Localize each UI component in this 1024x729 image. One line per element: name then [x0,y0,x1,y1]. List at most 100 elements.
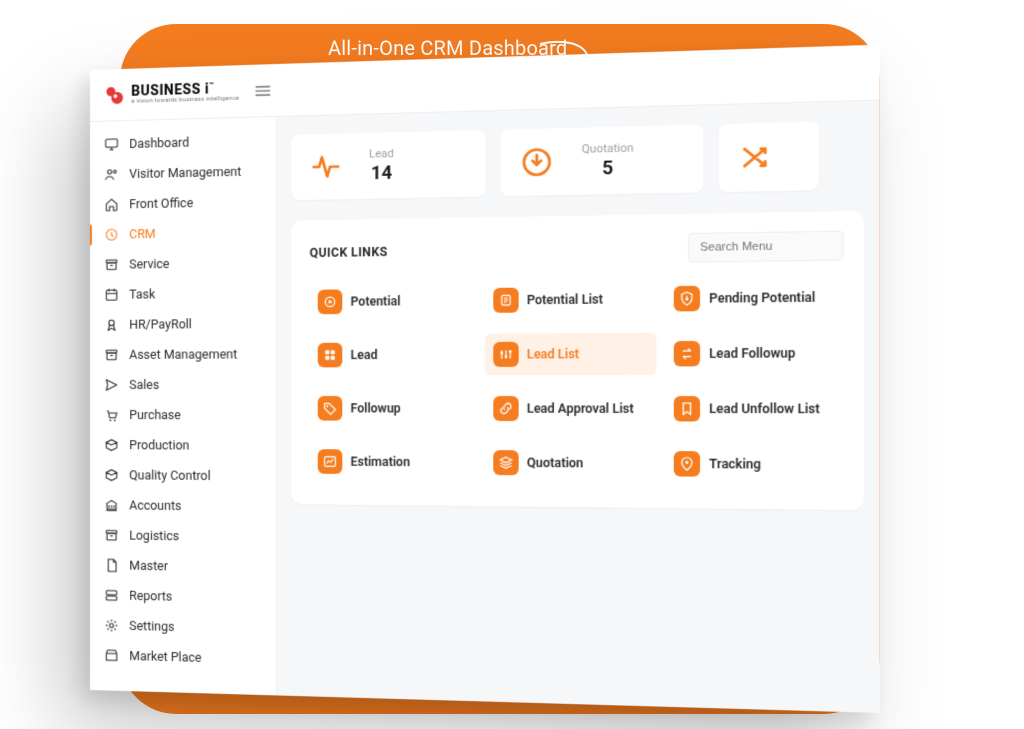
quick-link-label: Pending Potential [709,290,815,306]
tag-icon [318,396,343,421]
quick-link-lead[interactable]: Lead [310,334,476,376]
sidebar-item-label: Settings [129,618,174,634]
sidebar-item-crm[interactable]: CRM [90,217,276,250]
storefront-icon [104,647,120,663]
stat-value: 5 [582,157,634,180]
layers-icon [493,450,518,475]
stat-card-shuffle[interactable] [719,122,819,192]
file-icon [104,557,120,573]
sidebar-item-label: Quality Control [129,468,210,484]
archive-icon [104,527,120,543]
bookmark-icon [674,396,700,421]
sidebar-item-logistics[interactable]: Logistics [90,520,276,553]
quick-link-label: Lead Followup [709,346,795,361]
quick-link-label: Lead Approval List [527,401,634,416]
quick-link-pending-potential[interactable]: Pending Potential [665,276,843,320]
award-icon [104,317,120,333]
quick-link-estimation[interactable]: Estimation [310,441,476,483]
send-icon [104,377,120,393]
quick-link-potential-list[interactable]: Potential List [484,278,656,321]
sidebar-item-service[interactable]: Service [90,247,276,280]
box-icon [104,437,120,453]
play-icon [318,289,343,314]
sidebar: Dashboard Visitor Management Front OfficeC… [90,117,277,695]
sidebar-item-task[interactable]: Task [90,278,276,310]
quick-links-grid: Potential Potential List Pending Potential… [310,276,844,487]
sidebar-item-market-place[interactable]: Market Place [90,640,276,675]
list-icon [493,288,518,313]
brand-mark-icon [104,83,126,106]
swap-icon [674,341,700,367]
gear-icon [104,617,120,633]
home-icon [104,196,120,212]
quick-link-label: Quotation [527,456,584,471]
sidebar-item-dashboard[interactable]: Dashboard [90,125,276,160]
quick-link-tracking[interactable]: Tracking [665,443,843,487]
sidebar-item-sales[interactable]: Sales [90,370,276,401]
quick-link-label: Followup [351,401,401,415]
bank-icon [104,497,120,513]
quick-links-panel: QUICK LINKS Potential Potential List Pendi… [291,211,864,510]
sidebar-item-purchase[interactable]: Purchase [90,400,276,431]
brand-logo[interactable]: BUSINESS i™ a vision towards business in… [104,80,239,106]
monitor-icon [104,136,120,152]
sidebar-item-front-office[interactable]: Front Office [90,186,276,220]
sidebar-item-reports[interactable]: Reports [90,580,276,614]
quick-link-label: Potential List [527,292,603,307]
sidebar-item-accounts[interactable]: Accounts [90,490,276,522]
sidebar-item-hr-payroll[interactable]: HR/PayRoll [90,308,276,340]
main: Lead 14 Quotation 5 [277,101,880,713]
stat-cards: Lead 14 Quotation 5 [291,121,864,201]
sidebar-item-visitor-management[interactable]: Visitor Management [90,156,276,190]
quick-link-lead-list[interactable]: Lead List [484,333,656,376]
server-icon [104,587,120,603]
stat-card-lead[interactable]: Lead 14 [291,130,486,200]
sliders-icon [493,342,518,367]
search-input[interactable] [688,231,844,263]
stat-label: Lead [369,147,394,161]
stat-label: Quotation [582,141,634,156]
sidebar-item-label: Purchase [129,408,181,423]
sidebar-item-label: Visitor Management [129,164,241,182]
sidebar-item-production[interactable]: Production [90,430,276,461]
users-icon [104,166,120,182]
pin-icon [674,451,700,477]
box-icon [104,467,120,483]
sidebar-item-label: Sales [129,377,159,392]
quick-link-label: Lead Unfollow List [709,401,820,416]
shuffle-icon [739,140,775,175]
grid-icon [318,343,343,368]
chart-icon [318,449,343,474]
pulse-icon [310,150,343,183]
quick-link-lead-followup[interactable]: Lead Followup [665,332,843,375]
quick-link-followup[interactable]: Followup [310,388,476,430]
sidebar-item-label: Task [129,287,155,302]
stat-value: 14 [369,162,394,184]
sidebar-item-label: Service [129,256,169,272]
link-icon [493,396,518,421]
sidebar-item-label: Reports [129,588,172,604]
sidebar-item-label: HR/PayRoll [129,317,192,333]
quick-link-label: Potential [351,294,401,309]
sidebar-item-asset-management[interactable]: Asset Management [90,339,276,370]
quick-link-quotation[interactable]: Quotation [484,442,656,485]
sidebar-item-label: Master [129,558,168,574]
quick-link-label: Lead [351,348,378,362]
cart-icon [104,407,120,423]
quick-link-label: Estimation [351,454,411,469]
quick-links-title: QUICK LINKS [310,245,388,260]
quick-link-label: Lead List [527,347,579,362]
sidebar-item-label: Logistics [129,528,179,544]
sidebar-item-settings[interactable]: Settings [90,610,276,645]
calendar-icon [104,287,120,303]
quick-link-potential[interactable]: Potential [310,280,476,323]
stat-card-quotation[interactable]: Quotation 5 [501,125,704,197]
hamburger-icon[interactable] [253,80,273,101]
sidebar-item-quality-control[interactable]: Quality Control [90,460,276,492]
quick-link-lead-unfollow-list[interactable]: Lead Unfollow List [665,387,843,430]
sidebar-item-label: Market Place [129,648,201,665]
shield-down-icon [674,286,700,312]
quick-link-lead-approval-list[interactable]: Lead Approval List [484,388,656,430]
sidebar-item-label: Dashboard [129,135,189,152]
sidebar-item-master[interactable]: Master [90,550,276,583]
